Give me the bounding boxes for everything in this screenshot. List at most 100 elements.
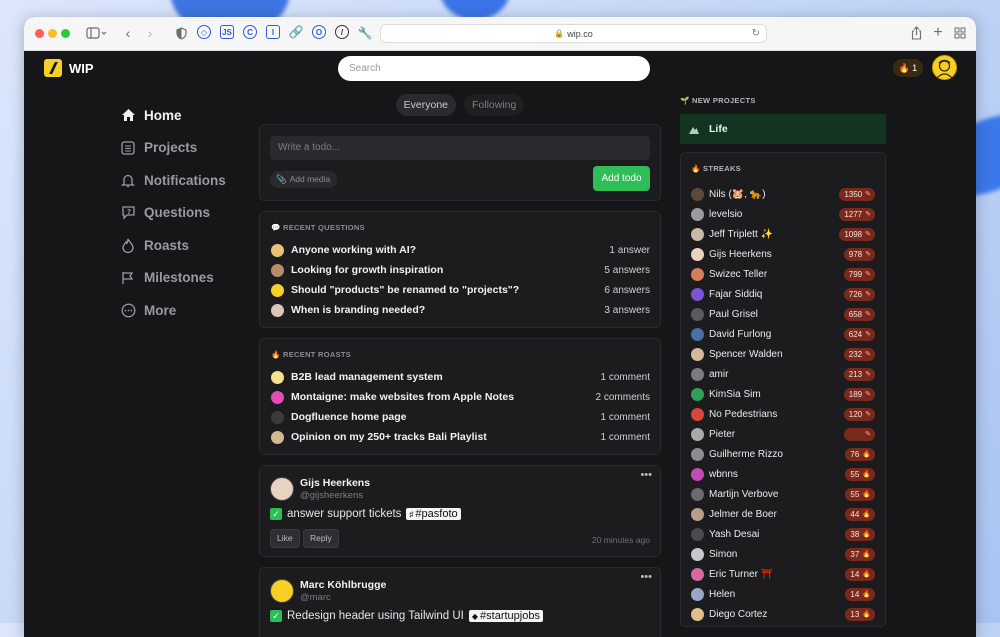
streak-row[interactable]: amir 213 ✎ [681, 364, 885, 384]
streak-row[interactable]: Jeff Triplett ✨ 1098 ✎ [681, 224, 885, 244]
streak-counter[interactable]: 🔥 1 [893, 59, 923, 77]
cookie-extension-icon[interactable]: C [243, 25, 257, 39]
tab-overview-icon[interactable] [953, 25, 967, 41]
nav-item-more[interactable]: More [120, 294, 250, 327]
nav-item-milestones[interactable]: Milestones [120, 262, 250, 295]
streak-user-name[interactable]: Pieter [709, 429, 844, 440]
forward-icon[interactable]: › [144, 25, 156, 41]
streak-row[interactable]: David Furlong 624 ✎ [681, 324, 885, 344]
streak-row[interactable]: wbnns 55 🔥 [681, 464, 885, 484]
streak-row[interactable]: Paul Grisel 658 ✎ [681, 304, 885, 324]
new-tab-icon[interactable]: + [931, 24, 945, 41]
project-tag[interactable]: ◆ #startupjobs [468, 610, 543, 622]
link-extension-icon[interactable]: 🔗 [289, 25, 304, 39]
minimize-window-button[interactable] [48, 29, 57, 38]
avatar[interactable] [270, 579, 294, 603]
item-title[interactable]: Anyone working with AI? [291, 244, 609, 256]
streak-user-name[interactable]: Jelmer de Boer [709, 509, 845, 520]
list-item[interactable]: Should "products" be renamed to "project… [260, 280, 660, 300]
more-options-icon[interactable]: ••• [640, 469, 652, 481]
streak-user-name[interactable]: Diego Cortez [709, 609, 845, 620]
streak-user-name[interactable]: Jeff Triplett ✨ [709, 229, 839, 240]
js-extension-icon[interactable]: JS [220, 25, 234, 39]
like-button[interactable]: Like [270, 529, 300, 548]
streak-user-name[interactable]: wbnns [709, 469, 845, 480]
list-item[interactable]: When is branding needed? 3 answers [260, 300, 660, 320]
streak-user-name[interactable]: David Furlong [709, 329, 844, 340]
streak-user-name[interactable]: Simon [709, 549, 845, 560]
streak-row[interactable]: Eric Turner ⛩️ 14 🔥 [681, 564, 885, 584]
item-title[interactable]: Montaigne: make websites from Apple Note… [291, 391, 596, 403]
search-input[interactable]: Search [338, 56, 650, 81]
streak-user-name[interactable]: Swizec Teller [709, 269, 844, 280]
todo-input[interactable]: Write a todo... [270, 136, 650, 160]
item-count[interactable]: 3 answers [604, 305, 650, 316]
box-extension-icon[interactable]: ◇ [197, 25, 211, 39]
project-item[interactable]: Life [680, 114, 886, 144]
tab-following[interactable]: Following [464, 94, 525, 116]
streak-row[interactable]: KimSia Sim 189 ✎ [681, 384, 885, 404]
streak-row[interactable]: Simon 37 🔥 [681, 544, 885, 564]
item-title[interactable]: Dogfluence home page [291, 411, 601, 423]
list-item[interactable]: Dogfluence home page 1 comment [260, 407, 660, 427]
streak-user-name[interactable]: Paul Grisel [709, 309, 844, 320]
streak-user-name[interactable]: Fajar Siddiq [709, 289, 844, 300]
block-extension-icon[interactable]: / [335, 25, 349, 39]
password-extension-icon[interactable]: O [312, 25, 326, 39]
streak-row[interactable]: Diego Cortez 13 🔥 [681, 604, 885, 624]
streak-user-name[interactable]: Eric Turner ⛩️ [709, 569, 845, 580]
streak-row[interactable]: Martijn Verbove 55 🔥 [681, 484, 885, 504]
streak-user-name[interactable]: amir [709, 369, 844, 380]
item-count[interactable]: 1 comment [601, 432, 650, 443]
streak-row[interactable]: Spencer Walden 232 ✎ [681, 344, 885, 364]
add-media-button[interactable]: 📎 Add media [270, 171, 338, 188]
item-title[interactable]: Looking for growth inspiration [291, 264, 604, 276]
streak-user-name[interactable]: levelsio [709, 209, 839, 220]
streak-user-name[interactable]: Spencer Walden [709, 349, 844, 360]
item-title[interactable]: When is branding needed? [291, 304, 604, 316]
item-count[interactable]: 5 answers [604, 265, 650, 276]
nav-item-notifications[interactable]: Notifications [120, 164, 250, 197]
item-count[interactable]: 6 answers [604, 285, 650, 296]
back-icon[interactable]: ‹ [122, 25, 134, 41]
item-title[interactable]: Should "products" be renamed to "project… [291, 284, 604, 296]
item-count[interactable]: 2 comments [596, 392, 650, 403]
list-item[interactable]: Montaigne: make websites from Apple Note… [260, 387, 660, 407]
streak-row[interactable]: Gijs Heerkens 978 ✎ [681, 244, 885, 264]
streak-row[interactable]: Jelmer de Boer 44 🔥 [681, 504, 885, 524]
streak-row[interactable]: Yash Desai 38 🔥 [681, 524, 885, 544]
streak-user-name[interactable]: Helen [709, 589, 845, 600]
streak-row[interactable]: levelsio 1277 ✎ [681, 204, 885, 224]
nav-item-projects[interactable]: Projects [120, 132, 250, 165]
share-icon[interactable] [909, 25, 923, 41]
streak-row[interactable]: Fajar Siddiq 726 ✎ [681, 284, 885, 304]
streak-row[interactable]: Pieter ✎ [681, 424, 885, 444]
url-bar[interactable]: 🔒 wip.co ↻ [380, 24, 767, 43]
streak-user-name[interactable]: Guilherme Rizzo [709, 449, 845, 460]
item-count[interactable]: 1 comment [601, 412, 650, 423]
project-tag[interactable]: ♯ #pasfoto [406, 508, 461, 520]
streak-user-name[interactable]: No Pedestrians [709, 409, 844, 420]
wip-logo-icon[interactable] [44, 59, 62, 77]
item-count[interactable]: 1 comment [601, 372, 650, 383]
streak-user-name[interactable]: Yash Desai [709, 529, 845, 540]
streak-row[interactable]: Swizec Teller 799 ✎ [681, 264, 885, 284]
text-extension-icon[interactable]: I [266, 25, 280, 39]
item-title[interactable]: Opinion on my 250+ tracks Bali Playlist [291, 431, 601, 443]
post-author-handle[interactable]: @marc [300, 592, 331, 603]
close-window-button[interactable] [35, 29, 44, 38]
reload-icon[interactable]: ↻ [752, 28, 760, 39]
more-options-icon[interactable]: ••• [640, 571, 652, 583]
item-title[interactable]: B2B lead management system [291, 371, 601, 383]
nav-item-questions[interactable]: ? Questions [120, 197, 250, 230]
zoom-window-button[interactable] [61, 29, 70, 38]
post-author-name[interactable]: Gijs Heerkens [300, 477, 370, 489]
sidebar-toggle-icon[interactable] [84, 25, 110, 41]
post-author-name[interactable]: Marc Köhlbrugge [300, 579, 386, 591]
streak-row[interactable]: Nils (🐹, 🐆) 1350 ✎ [681, 184, 885, 204]
avatar[interactable] [270, 477, 294, 501]
item-count[interactable]: 1 answer [609, 245, 650, 256]
streak-row[interactable]: Guilherme Rizzo 76 🔥 [681, 444, 885, 464]
list-item[interactable]: B2B lead management system 1 comment [260, 367, 660, 387]
reply-button[interactable]: Reply [303, 529, 339, 548]
